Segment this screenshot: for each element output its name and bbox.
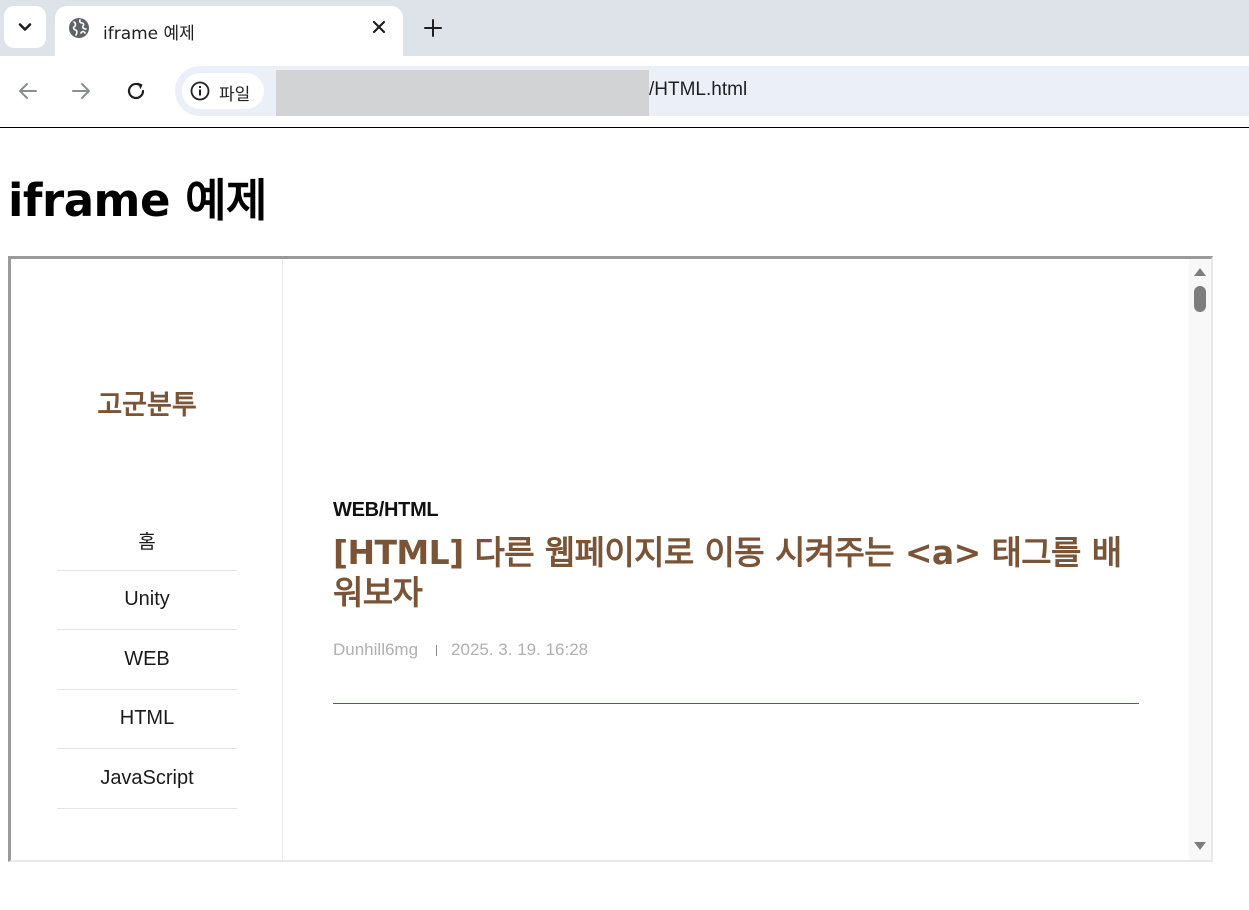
- embedded-iframe[interactable]: 고군분투 홈 Unity WEB HTML JavaScript WEB/HTM…: [8, 256, 1213, 862]
- address-bar[interactable]: 파일 /HTML.html: [175, 66, 1249, 116]
- blog-menu: 홈 Unity WEB HTML JavaScript: [57, 511, 237, 809]
- tab-strip: iframe 예제: [0, 0, 1249, 56]
- tab-search-button[interactable]: [4, 6, 46, 48]
- blog-sidebar: 고군분투 홈 Unity WEB HTML JavaScript: [11, 259, 283, 860]
- scroll-thumb[interactable]: [1194, 286, 1206, 312]
- browser-toolbar: 파일 /HTML.html: [0, 56, 1249, 127]
- menu-item-unity[interactable]: Unity: [57, 571, 237, 630]
- forward-arrow-icon[interactable]: [68, 78, 94, 104]
- tab-title: iframe 예제: [103, 24, 195, 44]
- blog-title[interactable]: 고군분투: [11, 383, 283, 422]
- scroll-up-arrow-icon[interactable]: [1192, 265, 1208, 277]
- url-text: /HTML.html: [649, 79, 748, 100]
- menu-item-javascript[interactable]: JavaScript: [57, 749, 237, 809]
- info-icon: [190, 81, 210, 101]
- scroll-down-arrow-icon[interactable]: [1192, 841, 1208, 853]
- menu-item-web[interactable]: WEB: [57, 630, 237, 690]
- close-icon[interactable]: [369, 17, 389, 37]
- plus-icon[interactable]: [420, 15, 446, 41]
- page-heading: iframe 예제: [8, 174, 267, 227]
- iframe-scrollbar[interactable]: [1189, 259, 1211, 860]
- globe-icon: [69, 18, 89, 38]
- url-redacted-area: [276, 70, 649, 116]
- post-author[interactable]: Dunhill6mg: [333, 640, 418, 659]
- back-arrow-icon[interactable]: [15, 78, 41, 104]
- site-info-button[interactable]: 파일: [182, 73, 264, 109]
- meta-separator: [436, 645, 438, 657]
- chrome-divider: [0, 127, 1249, 128]
- chevron-down-icon: [18, 23, 32, 31]
- post-meta: Dunhill6mg 2025. 3. 19. 16:28: [333, 640, 588, 660]
- post-date: 2025. 3. 19. 16:28: [451, 640, 589, 659]
- browser-tab-active[interactable]: iframe 예제: [55, 6, 403, 56]
- menu-item-html[interactable]: HTML: [57, 690, 237, 749]
- post-title: [HTML] 다른 웹페이지로 이동 시켜주는 <a> 태그를 배워보자: [333, 533, 1122, 612]
- post-divider: [333, 703, 1139, 704]
- site-info-label: 파일: [219, 85, 251, 105]
- post-category[interactable]: WEB/HTML: [333, 499, 439, 522]
- menu-item-home[interactable]: 홈: [57, 511, 237, 571]
- reload-icon[interactable]: [123, 78, 149, 104]
- post-content: WEB/HTML [HTML] 다른 웹페이지로 이동 시켜주는 <a> 태그를…: [284, 259, 1189, 860]
